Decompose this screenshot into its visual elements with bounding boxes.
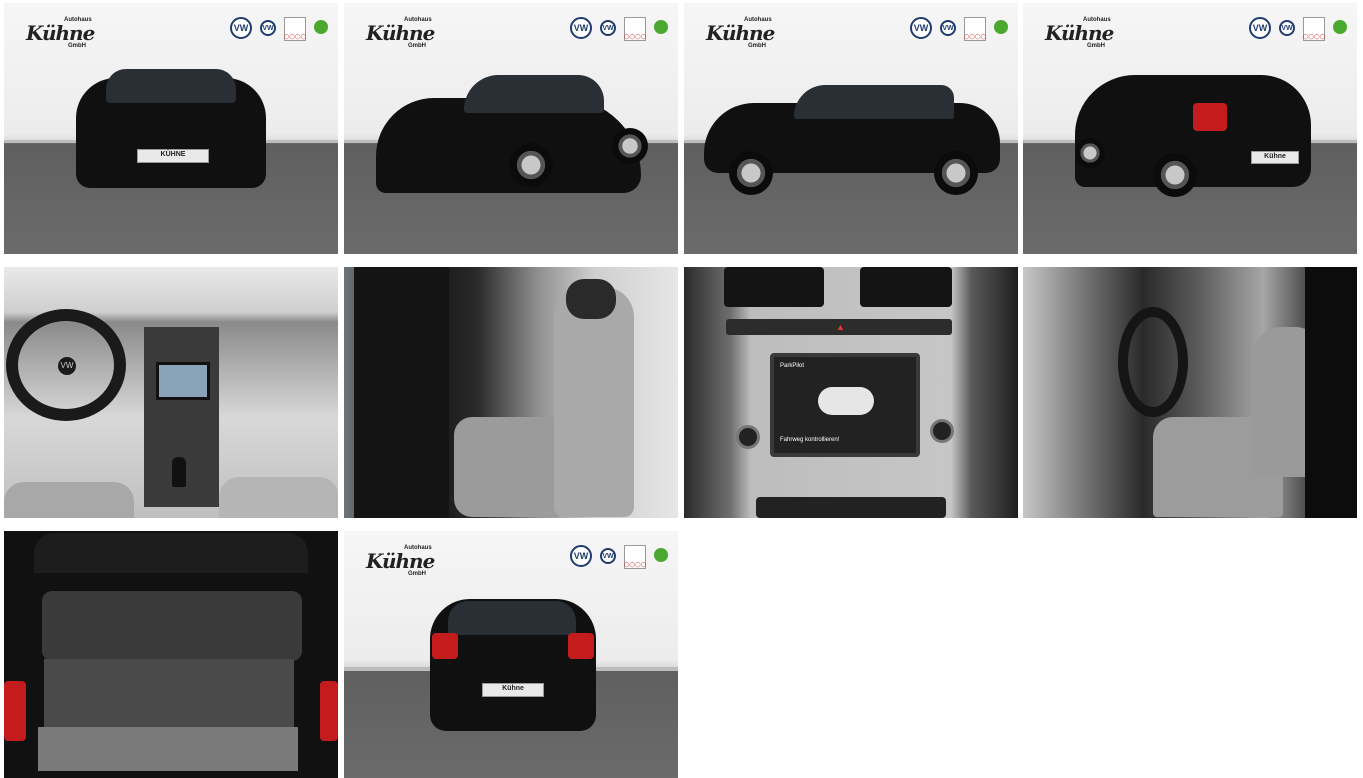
tail-light-right [320, 681, 338, 741]
dealer-logo: Autohaus Kühne GmbH [10, 9, 95, 69]
skoda-icon [654, 20, 668, 34]
dealer-logo-bottom: GmbH [748, 43, 766, 49]
tailgate [34, 533, 308, 573]
air-vent-right [860, 267, 952, 307]
tune-knob [930, 419, 954, 443]
door-frame [1305, 267, 1357, 518]
rear-wheel [934, 151, 978, 195]
gallery-photo-rear-three-quarter[interactable]: Autohaus Kühne GmbH VW VW ◯◯◯◯ Kühne [1023, 3, 1357, 254]
car-top-view-icon [818, 387, 874, 415]
dealer-logo: Autohaus Kühne GmbH [1029, 9, 1114, 69]
gallery-photo-front[interactable]: Autohaus Kühne GmbH VW VW ◯◯◯◯ KÜHNE [4, 3, 338, 254]
audi-service-icon: ◯◯◯◯ [624, 545, 646, 569]
audi-service-icon: ◯◯◯◯ [624, 17, 646, 41]
car-windows [464, 75, 604, 113]
vw-logo-icon: VW [570, 17, 592, 39]
brand-logos: VW VW ◯◯◯◯ [570, 545, 668, 575]
climate-panel [756, 497, 946, 518]
front-seat-back [554, 287, 634, 517]
air-vent-left [724, 267, 824, 307]
skoda-icon [314, 20, 328, 34]
parcel-shelf [42, 591, 302, 661]
dealer-logo: Autohaus Kühne GmbH [690, 9, 775, 69]
brand-logos: VW VW ◯◯◯◯ [570, 17, 668, 47]
rear-plate: Kühne [1251, 151, 1299, 164]
vw-logo-icon: VW [910, 17, 932, 39]
dealer-logo-bottom: GmbH [408, 43, 426, 49]
rear-wheel [1153, 153, 1197, 197]
dealer-logo-word: Kühne [706, 21, 775, 45]
vw-emblem-icon: VW [58, 357, 76, 375]
rear-door-open [354, 267, 449, 518]
headrest [566, 279, 616, 319]
trunk-floor [38, 727, 298, 771]
vw-logo-icon: VW [1249, 17, 1271, 39]
passenger-seat [219, 477, 338, 518]
brand-logos: VW VW ◯◯◯◯ [230, 17, 328, 47]
gallery-photo-dashboard[interactable]: VW [4, 267, 338, 518]
screen-title: ParkPilot [780, 363, 805, 369]
front-wheel [729, 151, 773, 195]
skoda-icon [994, 20, 1008, 34]
rear-seat-backs [44, 659, 294, 729]
hazard-icon: ▲ [836, 322, 845, 332]
skoda-icon [1333, 20, 1347, 34]
tail-light-left [432, 633, 458, 659]
dealer-logo: Autohaus Kühne GmbH [350, 9, 435, 69]
brand-logos: VW VW ◯◯◯◯ [910, 17, 1008, 47]
rear-wheel [612, 128, 648, 164]
car-windshield [106, 69, 236, 103]
audi-service-icon: ◯◯◯◯ [964, 17, 986, 41]
vw-nutzfahrzeuge-icon: VW [600, 20, 616, 36]
gallery-photo-trunk[interactable] [4, 531, 338, 778]
gallery-photo-front-three-quarter[interactable]: Autohaus Kühne GmbH VW VW ◯◯◯◯ [344, 3, 678, 254]
vw-logo-icon: VW [570, 545, 592, 567]
vw-nutzfahrzeuge-icon: VW [940, 20, 956, 36]
screen-warning: Fahrweg kontrollieren! [780, 437, 840, 443]
volume-knob [736, 425, 760, 449]
gear-shifter [172, 457, 186, 487]
gallery-photo-front-seats[interactable] [1023, 267, 1357, 518]
car-windows [794, 85, 954, 119]
audi-service-icon: ◯◯◯◯ [1303, 17, 1325, 41]
dealer-logo-word: Kühne [366, 21, 435, 45]
gallery-photo-rear-seats[interactable] [344, 267, 678, 518]
gallery-photo-infotainment[interactable]: ▲ ParkPilot Fahrweg kontrollieren! [684, 267, 1018, 518]
dealer-logo-bottom: GmbH [408, 571, 426, 577]
front-wheel [509, 143, 553, 187]
dealer-logo-word: Kühne [366, 549, 435, 573]
rear-window [448, 601, 576, 635]
brand-logos: VW VW ◯◯◯◯ [1249, 17, 1347, 47]
dealer-logo-word: Kühne [1045, 21, 1114, 45]
front-wheel [1075, 138, 1105, 168]
front-plate: KÜHNE [137, 149, 209, 163]
tail-light-left [4, 681, 26, 741]
dealer-logo: Autohaus Kühne GmbH [350, 537, 435, 597]
navigation-screen [156, 362, 210, 400]
vw-nutzfahrzeuge-icon: VW [600, 548, 616, 564]
rear-plate: Kühne [482, 683, 544, 697]
gallery-photo-rear[interactable]: Autohaus Kühne GmbH VW VW ◯◯◯◯ Kühne [344, 531, 678, 778]
vw-nutzfahrzeuge-icon: VW [260, 20, 276, 36]
tail-light [1193, 103, 1227, 131]
audi-service-icon: ◯◯◯◯ [284, 17, 306, 41]
dealer-logo-bottom: GmbH [1087, 43, 1105, 49]
driver-seat [4, 482, 134, 518]
dealer-logo-bottom: GmbH [68, 43, 86, 49]
steering-wheel [1118, 307, 1188, 417]
infotainment-screen: ParkPilot Fahrweg kontrollieren! [770, 353, 920, 457]
dealer-logo-word: Kühne [26, 21, 95, 45]
skoda-icon [654, 548, 668, 562]
vw-logo-icon: VW [230, 17, 252, 39]
tail-light-right [568, 633, 594, 659]
vw-nutzfahrzeuge-icon: VW [1279, 20, 1295, 36]
gallery-photo-side[interactable]: Autohaus Kühne GmbH VW VW ◯◯◯◯ [684, 3, 1018, 254]
